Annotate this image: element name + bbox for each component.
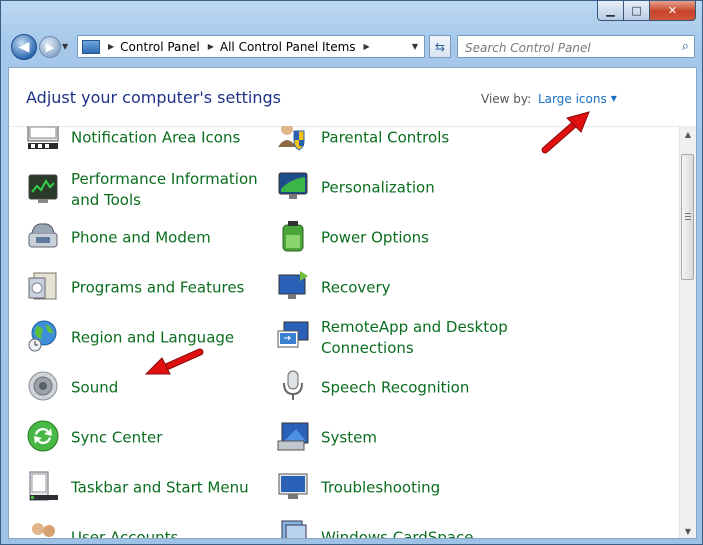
list-item-remoteapp[interactable]: RemoteApp and Desktop Connections: [259, 315, 508, 361]
search-box[interactable]: ⌕: [457, 35, 695, 58]
item-label[interactable]: Parental Controls: [321, 128, 521, 149]
item-label[interactable]: System: [321, 428, 521, 449]
battery-icon: [282, 221, 304, 252]
phone-modem-icon: [28, 223, 58, 248]
view-by-label: View by:: [481, 92, 532, 106]
list-item-parental-controls[interactable]: Parental Controls: [259, 126, 499, 161]
item-label[interactable]: Windows CardSpace: [321, 528, 521, 539]
minimize-button[interactable]: ▁: [597, 1, 624, 21]
users-icon: [32, 523, 55, 537]
taskbar-icon: [29, 471, 58, 501]
forward-button[interactable]: ▶: [39, 36, 61, 58]
parental-controls-icon: [278, 126, 305, 151]
programs-icon: [28, 272, 57, 300]
list-item-sound[interactable]: Sound: [9, 365, 249, 411]
scroll-up-button[interactable]: ▲: [680, 126, 696, 142]
close-button[interactable]: ✕: [650, 1, 696, 21]
grip-icon: [685, 213, 691, 221]
forward-arrow-icon: ▶: [45, 40, 55, 54]
chevron-right-icon[interactable]: ▶: [208, 42, 214, 51]
scroll-down-button[interactable]: ▼: [680, 523, 696, 538]
item-label[interactable]: Recovery: [321, 278, 521, 299]
list-item-system[interactable]: System: [259, 415, 499, 461]
item-label[interactable]: Sound: [71, 378, 271, 399]
back-arrow-icon: ◀: [18, 39, 30, 55]
list-item-troubleshooting[interactable]: Troubleshooting: [259, 465, 499, 511]
address-bar[interactable]: ▶ Control Panel ▶ All Control Panel Item…: [77, 35, 425, 58]
list-item-user-accounts[interactable]: User Accounts: [9, 515, 249, 538]
search-input[interactable]: [463, 37, 672, 58]
view-by-value[interactable]: Large icons: [538, 92, 607, 106]
address-dropdown-icon[interactable]: ▼: [412, 42, 418, 51]
item-label[interactable]: Speech Recognition: [321, 378, 521, 399]
item-label[interactable]: Personalization: [321, 178, 521, 199]
list-item-taskbar-and-start-menu[interactable]: Taskbar and Start Menu: [9, 465, 249, 511]
breadcrumb-control-panel[interactable]: Control Panel: [120, 40, 200, 54]
breadcrumb-all-items[interactable]: All Control Panel Items: [220, 40, 356, 54]
chevron-down-icon[interactable]: ▼: [611, 94, 617, 103]
list-item-recovery[interactable]: Recovery: [259, 265, 499, 311]
chevron-right-icon[interactable]: ▶: [364, 42, 370, 51]
item-label[interactable]: Programs and Features: [71, 278, 271, 299]
remote-desktop-icon: [277, 321, 309, 348]
scroll-thumb[interactable]: [681, 154, 694, 280]
system-icon: [277, 422, 309, 451]
item-label[interactable]: Performance Information and Tools: [71, 169, 271, 211]
item-label[interactable]: Phone and Modem: [71, 228, 271, 249]
refresh-button[interactable]: ⇆: [429, 35, 451, 58]
item-label[interactable]: Notification Area Icons: [71, 128, 271, 149]
speaker-icon: [28, 371, 58, 401]
notification-area-icon: [27, 126, 59, 149]
view-by-dropdown[interactable]: Large icons ▼: [538, 92, 617, 106]
list-item-sync-center[interactable]: Sync Center: [9, 415, 249, 461]
caption-buttons: ▁ □ ✕: [597, 1, 696, 21]
list-item-programs-and-features[interactable]: Programs and Features: [9, 265, 249, 311]
list-item-phone-and-modem[interactable]: Phone and Modem: [9, 215, 249, 261]
item-label[interactable]: User Accounts: [71, 528, 271, 539]
performance-icon: [28, 174, 58, 203]
item-label[interactable]: RemoteApp and Desktop Connections: [321, 317, 521, 359]
list-item-power-options[interactable]: Power Options: [259, 215, 499, 261]
list-item-speech-recognition[interactable]: Speech Recognition: [259, 365, 499, 411]
items-grid: Notification Area Icons Performance Info…: [9, 126, 681, 538]
navigation-bar: ◀ ▶ ▼ ▶ Control Panel ▶ All Control Pane…: [9, 33, 699, 61]
list-item-windows-cardspace[interactable]: Windows CardSpace: [259, 515, 499, 538]
list-item-notification-area-icons[interactable]: Notification Area Icons: [9, 126, 249, 161]
refresh-icon: ⇆: [434, 39, 446, 54]
item-label[interactable]: Power Options: [321, 228, 521, 249]
back-button[interactable]: ◀: [11, 34, 37, 60]
annotation-arrow-icon: [541, 111, 590, 154]
sync-icon: [27, 420, 59, 452]
globe-icon: [28, 320, 57, 352]
list-item-region-and-language[interactable]: Region and Language: [9, 315, 249, 361]
control-panel-icon: [82, 39, 100, 54]
item-label[interactable]: Taskbar and Start Menu: [71, 478, 271, 499]
maximize-button[interactable]: □: [624, 1, 650, 21]
personalization-icon: [278, 172, 308, 199]
annotation-arrow-icon: [144, 348, 204, 375]
chevron-right-icon[interactable]: ▶: [108, 42, 114, 51]
recovery-icon: [278, 271, 308, 299]
recent-pages-dropdown[interactable]: ▼: [62, 42, 68, 51]
list-item-personalization[interactable]: Personalization: [259, 165, 499, 211]
vertical-scrollbar[interactable]: ▲ ▼: [679, 126, 696, 538]
page-title: Adjust your computer's settings: [26, 88, 281, 107]
content-pane: Adjust your computer's settings View by:…: [8, 67, 697, 539]
control-panel-window: ▁ □ ✕ ◀ ▶ ▼ ▶ Control Panel ▶ All Contro…: [0, 0, 703, 545]
cardspace-icon: [281, 520, 307, 538]
microphone-icon: [283, 370, 303, 400]
item-label[interactable]: Sync Center: [71, 428, 271, 449]
list-item-performance-information[interactable]: Performance Information and Tools: [9, 165, 258, 215]
search-icon[interactable]: ⌕: [682, 39, 689, 54]
troubleshooting-icon: [278, 473, 308, 499]
item-label[interactable]: Troubleshooting: [321, 478, 521, 499]
